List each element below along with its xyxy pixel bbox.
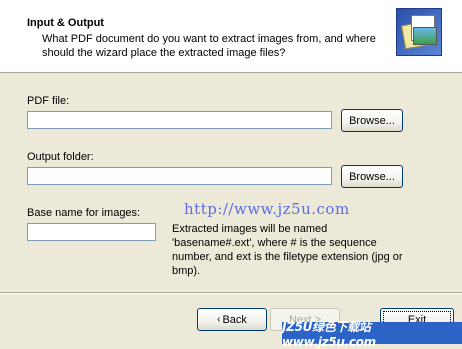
back-button-label: Back — [222, 313, 247, 326]
output-folder-input[interactable] — [27, 167, 332, 185]
base-name-label: Base name for images: — [27, 207, 141, 219]
site-badge: JZ5U绿色下载站www.jz5u.com — [282, 320, 462, 349]
pdf-images-icon — [396, 8, 442, 56]
base-name-input[interactable] — [27, 223, 156, 241]
base-name-note: Extracted images will be named 'basename… — [172, 223, 403, 277]
picture-shape — [413, 27, 437, 45]
back-arrow-icon: ‹ — [217, 314, 221, 325]
output-folder-label: Output folder: — [27, 151, 94, 163]
watermark-url: http://www.jz5u.com — [184, 200, 350, 218]
back-button[interactable]: ‹ Back — [197, 308, 267, 331]
page-description: What PDF document do you want to extract… — [42, 33, 376, 59]
pdf-file-label: PDF file: — [27, 95, 70, 107]
pdf-file-input[interactable] — [27, 111, 332, 129]
pdf-file-browse-button[interactable]: Browse... — [341, 109, 403, 132]
bottom-separator — [0, 292, 462, 294]
page-title: Input & Output — [27, 17, 104, 29]
output-folder-browse-button[interactable]: Browse... — [341, 165, 403, 188]
wizard-header: Input & Output What PDF document do you … — [0, 0, 462, 73]
